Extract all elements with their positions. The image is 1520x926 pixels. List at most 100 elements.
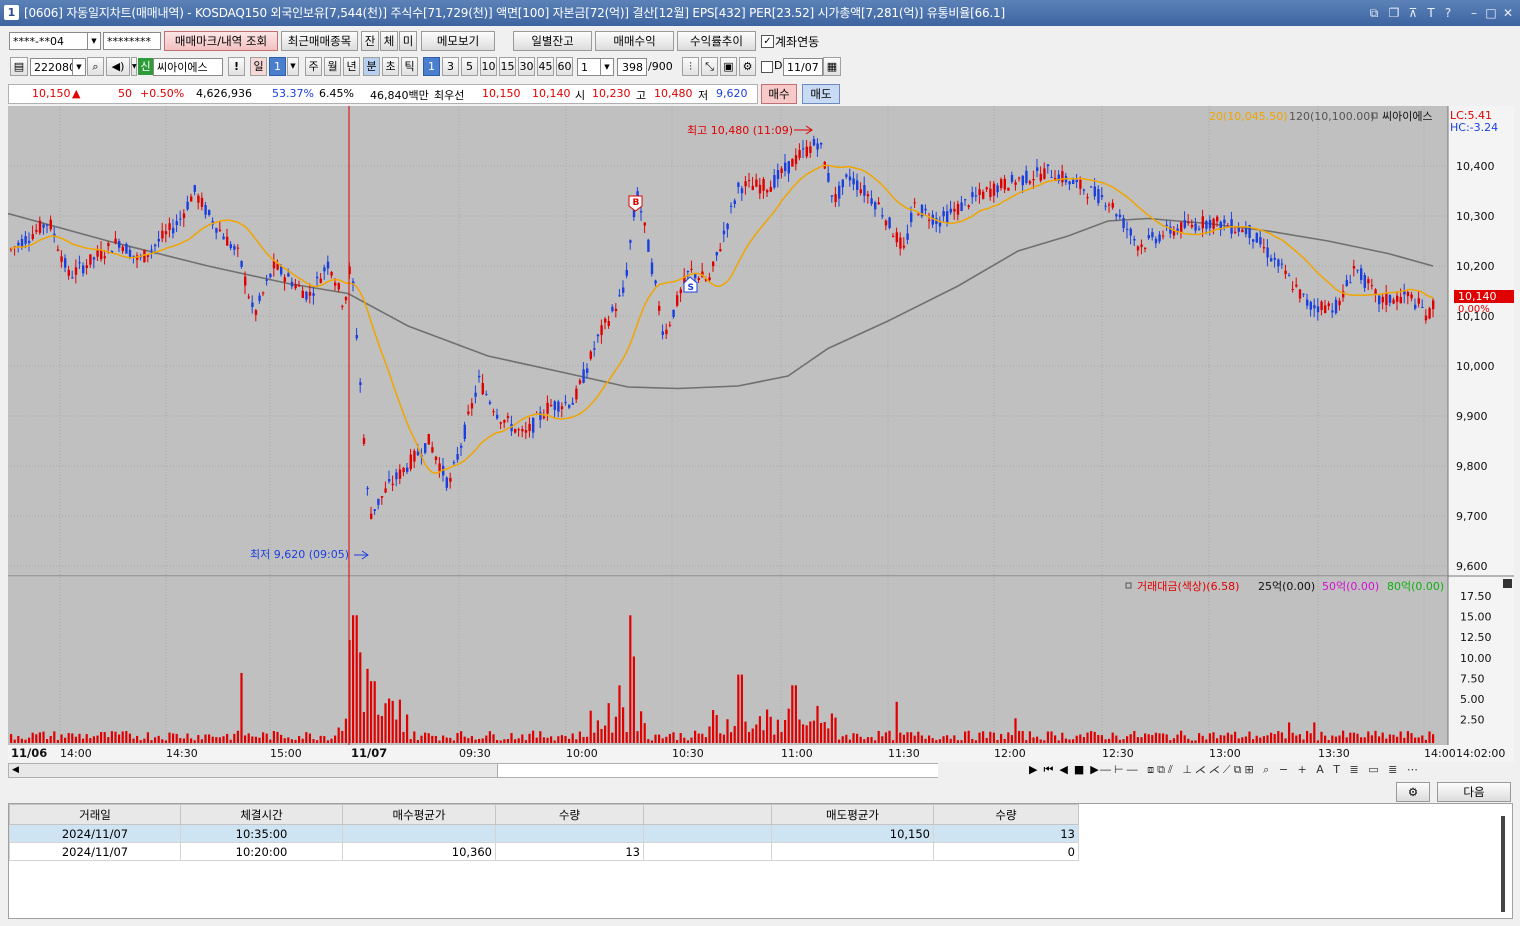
window-icon[interactable]: ❐ [1386, 0, 1402, 26]
volume-bar [308, 733, 311, 743]
candle-body [413, 450, 416, 462]
scroll-thumb[interactable] [497, 764, 938, 777]
price-axis-bg [1448, 106, 1514, 745]
buy-button[interactable]: 매수 [761, 84, 797, 104]
candle-body [262, 292, 265, 294]
speaker-dropdown-icon[interactable]: ▼ [131, 57, 137, 76]
candle-body [982, 191, 985, 199]
minute-btn-15[interactable]: 15 [499, 57, 516, 76]
volume-bar [467, 738, 470, 743]
search-icon[interactable]: ⌕ [87, 57, 104, 76]
volume-bar [456, 733, 459, 743]
minimize-icon[interactable]: – [1466, 0, 1482, 26]
period-month-button[interactable]: 월 [324, 57, 341, 76]
chart-settings-icon[interactable]: ▤ [10, 57, 28, 76]
candle-tool-icon[interactable]: ⫶ [682, 57, 699, 76]
drawing-tools[interactable]: ―⊢― ⧈⧉⫽ ⊥⋌⋌⟋⧉⊞ ⌕ − + A T ≣ ▭ ≣ ⋯ [1100, 763, 1421, 777]
toggle-balance[interactable]: 잔 [361, 31, 379, 51]
calendar-icon[interactable]: ▦ [823, 57, 841, 76]
candle-body [596, 334, 600, 337]
password-field[interactable]: ******** [103, 32, 161, 50]
minute-btn-60[interactable]: 60 [556, 57, 573, 76]
gear-icon[interactable]: ⚙ [739, 57, 756, 76]
bar-count-input[interactable]: 398 [617, 58, 647, 76]
toggle-filled[interactable]: 체 [380, 31, 398, 51]
memo-view-button[interactable]: 메모보기 [421, 31, 495, 51]
volume-bar [913, 735, 916, 743]
minute-btn-5[interactable]: 5 [461, 57, 478, 76]
candle-body [488, 401, 492, 404]
candle-body [1302, 293, 1305, 295]
period-tick-button[interactable]: 틱 [401, 57, 418, 76]
minute-btn-10[interactable]: 10 [480, 57, 497, 76]
chart-scrollbar[interactable]: ◀ [8, 763, 938, 778]
price-chart[interactable]: 10,40010,30010,20010,10010,0009,9009,800… [7, 106, 1514, 762]
candle-body [1108, 204, 1111, 206]
stock-name-field[interactable]: 씨아이에스 [153, 58, 223, 76]
code-dropdown-icon[interactable]: ▼ [72, 58, 86, 76]
trade-mark-query-button[interactable]: 매매마크/내역 조회 [164, 31, 278, 51]
period-day-button[interactable]: 일 [250, 57, 267, 76]
table-settings-icon[interactable]: ⚙ [1396, 782, 1430, 802]
volume-bar [28, 737, 31, 743]
period-dropdown-icon[interactable]: ▼ [287, 57, 299, 76]
trade-profit-button[interactable]: 매매수익 [595, 31, 674, 51]
table-row[interactable]: 2024/11/07 10:35:00 10,150 13 [9, 824, 1079, 843]
period-week-button[interactable]: 주 [305, 57, 322, 76]
close-icon[interactable]: ✕ [1500, 0, 1516, 26]
account-select[interactable]: ****-**04 [9, 32, 89, 50]
period-second-button[interactable]: 초 [382, 57, 399, 76]
col-trade-date: 거래일 [9, 804, 181, 825]
date-input[interactable]: 11/07 [783, 58, 823, 76]
volume-panel-close-icon[interactable] [1503, 579, 1512, 588]
link-icon[interactable]: ⧉ [1366, 0, 1382, 26]
minute-btn-3[interactable]: 3 [442, 57, 459, 76]
period-year-button[interactable]: 년 [343, 57, 360, 76]
recent-trades-button[interactable]: 최근매매종목 [281, 31, 358, 51]
pin-icon[interactable]: ⊼ [1405, 0, 1421, 26]
minute-btn-30[interactable]: 30 [518, 57, 535, 76]
toggle-unfilled[interactable]: 미 [399, 31, 417, 51]
text-icon[interactable]: T [1423, 0, 1439, 26]
volume-bar [568, 738, 571, 743]
volume-bar [1241, 737, 1244, 743]
minute-btn-45[interactable]: 45 [537, 57, 554, 76]
custom-minute-input[interactable]: 1 [577, 58, 601, 76]
alert-button[interactable]: ! [228, 57, 245, 76]
playback-controls[interactable]: ▶⏮◀■▶ [1029, 763, 1105, 777]
period-minute-button[interactable]: 분 [363, 57, 380, 76]
stock-code-input[interactable]: 222080 [30, 58, 74, 76]
chart-panel[interactable]: 10,400 10,300 10,200 10,100 10,000 9,900 9,800… [7, 106, 1514, 762]
candle-body [190, 196, 193, 202]
low-annotation: 최저 9,620 (09:05) [250, 548, 349, 561]
volume-bar [1421, 735, 1424, 743]
save-icon[interactable]: ▣ [720, 57, 737, 76]
speaker-icon[interactable]: ◀) [106, 57, 130, 76]
volume-bar [1180, 730, 1183, 743]
date-checkbox[interactable] [761, 61, 773, 73]
volume-bar [1223, 735, 1226, 743]
candle-body [1165, 224, 1168, 226]
candle-body [474, 392, 477, 397]
volume-bar [985, 737, 988, 743]
help-icon[interactable]: ? [1440, 0, 1456, 26]
crosshair-tool-icon[interactable]: ⤡ [701, 57, 718, 76]
table-row[interactable]: 2024/11/07 10:20:00 10,360 13 0 [9, 842, 1079, 861]
scroll-left-icon[interactable]: ◀ [9, 764, 22, 777]
account-link-checkbox[interactable]: ✓ [761, 35, 774, 48]
next-button[interactable]: 다음 [1437, 782, 1511, 802]
custom-minute-dropdown-icon[interactable]: ▼ [600, 58, 614, 76]
sell-button[interactable]: 매도 [802, 84, 840, 104]
return-trend-button[interactable]: 수익률추이 [677, 31, 756, 51]
minute-btn-1[interactable]: 1 [423, 57, 440, 76]
daily-balance-button[interactable]: 일별잔고 [513, 31, 592, 51]
candle-body [1324, 305, 1327, 313]
period-day-value[interactable]: 1 [269, 57, 286, 76]
maximize-icon[interactable]: □ [1483, 0, 1499, 26]
volume-bar [236, 730, 239, 743]
account-dropdown-icon[interactable]: ▼ [87, 32, 101, 50]
volume-bar [143, 738, 146, 743]
volume-bar [964, 731, 967, 743]
volume-bar [10, 734, 13, 743]
table-scrollbar[interactable] [1501, 816, 1505, 912]
